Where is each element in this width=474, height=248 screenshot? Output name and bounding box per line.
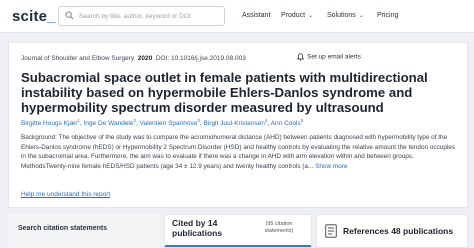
author-link[interactable]: Inge De Wandele2 <box>84 118 137 127</box>
author-list: Birgitte Hougs Kjær1, Inge De Wandele2, … <box>21 118 303 127</box>
scite-logo[interactable]: scite_ <box>12 8 56 25</box>
abstract-text: Background: The objective of the study w… <box>21 134 456 170</box>
publication-year: 2020 <box>137 55 153 62</box>
paper-meta: Journal of Shoulder and Elbow Surgery 20… <box>21 55 246 62</box>
cited-by-label: Cited by 14 publications <box>172 218 223 238</box>
nav-product[interactable]: Product ⌄ <box>281 12 313 19</box>
cited-by-tab[interactable]: Cited by 14 publications (95 citation st… <box>164 214 312 248</box>
author-link[interactable]: Valentien Spanhove3 <box>140 118 200 127</box>
author-link[interactable]: Ann Cools5 <box>271 118 304 127</box>
search-citations-button[interactable]: Search citation statements <box>8 214 160 248</box>
nav-product-label: Product <box>281 12 306 19</box>
citation-statements-count: (95 citation statements) <box>264 221 294 234</box>
search-box[interactable] <box>58 6 225 26</box>
nav-pricing-label: Pricing <box>377 12 399 19</box>
top-nav: scite_ Assistant Product⌄ Solutions⌄ Pri… <box>0 0 474 33</box>
author-name[interactable]: Ann Cools <box>271 120 301 127</box>
doi-link[interactable]: DOI: 10.1016/j.jse.2019.08.003 <box>156 55 246 62</box>
nav-solutions[interactable]: Solutions ⌄ <box>327 12 364 19</box>
author-link[interactable]: Birgit Juul-Kristensen4 <box>204 118 268 127</box>
email-alert-label: Set up email alerts <box>307 53 361 61</box>
logo-underscore[interactable]: _ <box>47 8 56 25</box>
author-name[interactable]: Inge De Wandele <box>84 120 134 127</box>
references-tab[interactable]: References 48 publications <box>316 214 468 248</box>
email-alert-button[interactable]: Set up email alerts <box>296 53 361 61</box>
document-list-icon <box>325 224 337 238</box>
journal-name[interactable]: Journal of Shoulder and Elbow Surgery <box>21 55 134 62</box>
logo-text[interactable]: scite <box>12 8 47 25</box>
nav-assistant[interactable]: Assistant <box>242 12 270 19</box>
nav-assistant-label: Assistant <box>242 12 271 19</box>
search-citations-label: Search citation statements <box>18 225 108 232</box>
references-label: References 48 publications <box>343 226 454 236</box>
help-understand-link[interactable]: Help me understand this report <box>21 191 110 198</box>
nav-pricing[interactable]: Pricing <box>377 12 398 19</box>
author-link[interactable]: Birgitte Hougs Kjær1 <box>21 118 80 127</box>
author-name[interactable]: Valentien Spanhove <box>140 120 198 127</box>
paper-card: Journal of Shoulder and Elbow Surgery 20… <box>8 42 468 208</box>
search-input[interactable] <box>79 8 221 24</box>
paper-title: Subacromial space outlet in female patie… <box>21 70 428 115</box>
bell-icon <box>296 53 305 61</box>
author-affiliation: 5 <box>300 118 304 123</box>
chevron-down-icon: ⌄ <box>358 13 364 19</box>
author-name[interactable]: Birgit Juul-Kristensen <box>204 120 265 127</box>
nav-solutions-label: Solutions <box>327 12 356 19</box>
abstract: Background: The objective of the study w… <box>21 133 461 171</box>
show-more-link[interactable]: Show more <box>315 163 347 170</box>
author-name[interactable]: Birgitte Hougs Kjær <box>21 120 77 127</box>
active-tab-indicator <box>165 245 311 247</box>
search-icon <box>65 11 74 20</box>
chevron-down-icon: ⌄ <box>308 13 314 19</box>
